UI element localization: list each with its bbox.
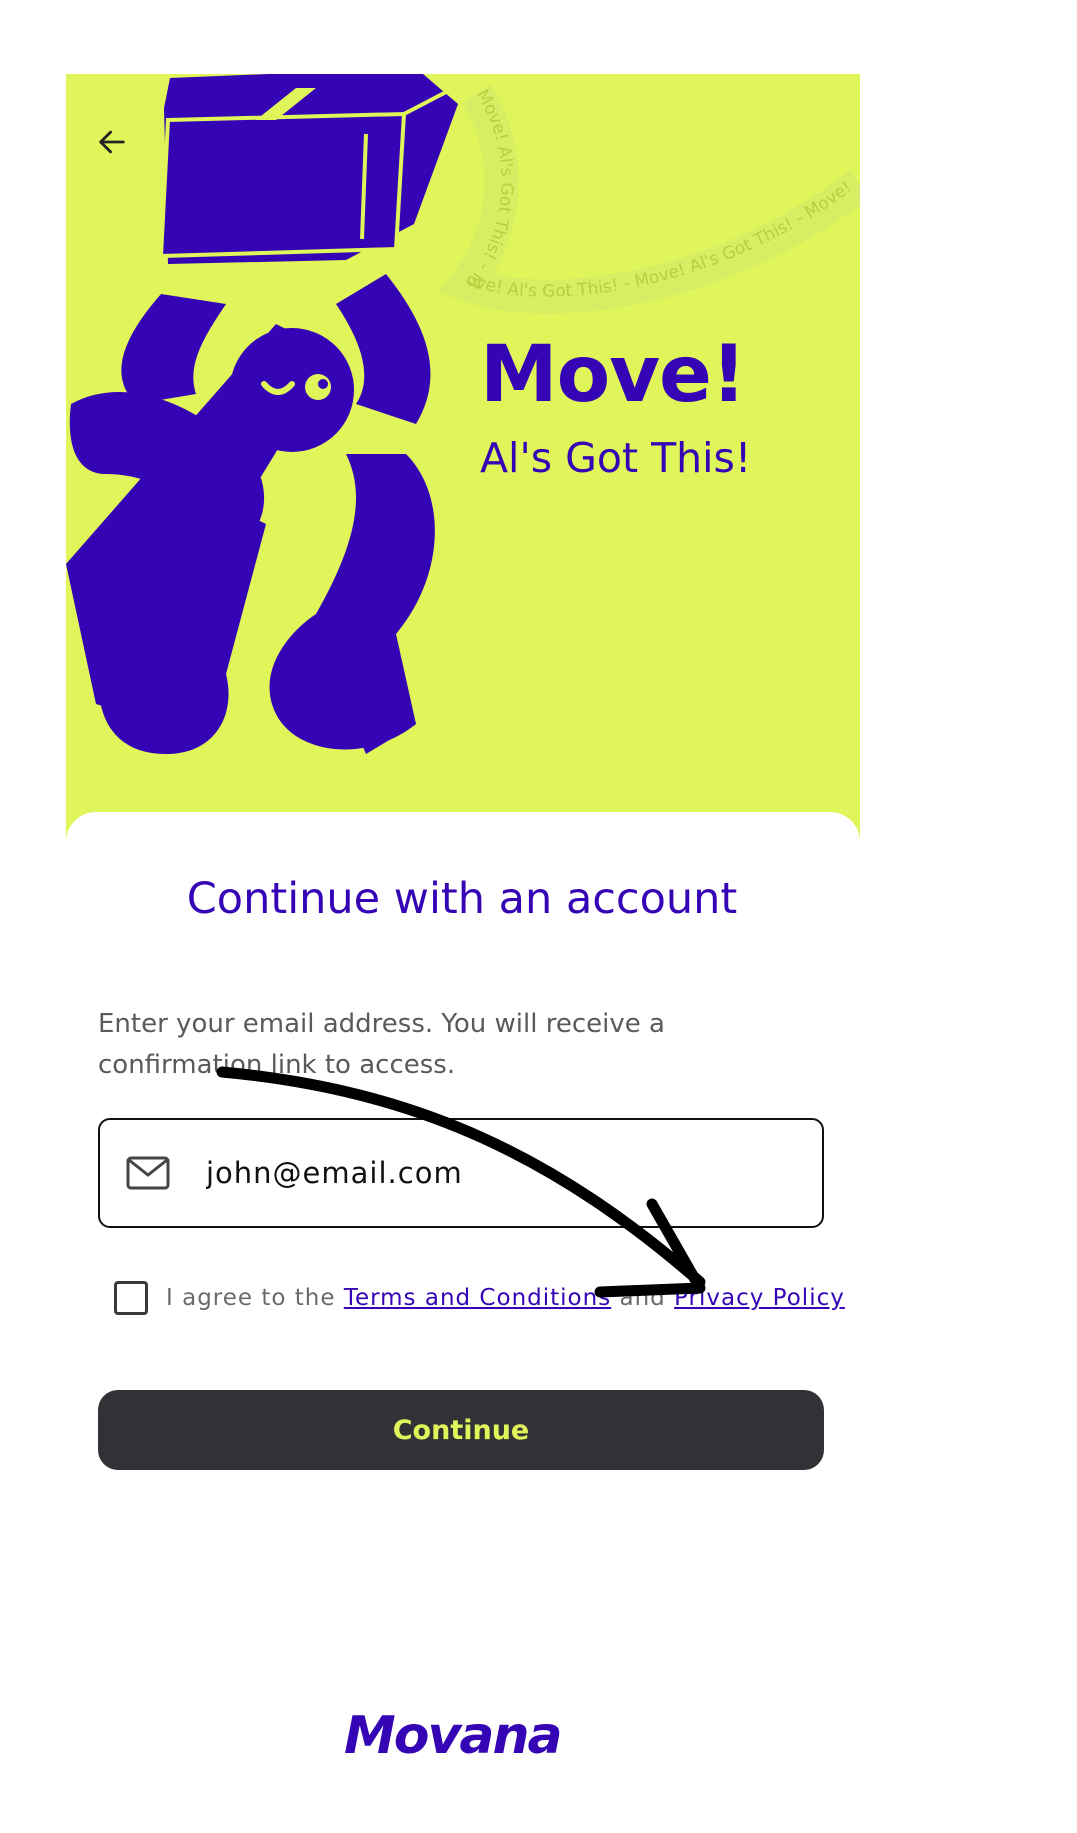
login-card — [66, 812, 860, 1833]
mail-icon — [126, 1156, 170, 1190]
arrow-left-icon — [99, 130, 125, 154]
instruction-text: Enter your email address. You will recei… — [98, 1009, 665, 1080]
terms-link[interactable]: Terms and Conditions — [344, 1285, 611, 1311]
email-field[interactable] — [98, 1118, 824, 1228]
consent-and: and — [611, 1285, 675, 1311]
movana-logo: Movana — [344, 1705, 582, 1766]
consent-prefix: I agree to the — [166, 1285, 344, 1311]
form-title: Continue with an account — [186, 874, 738, 924]
terms-checkbox[interactable] — [114, 1281, 148, 1315]
continue-button[interactable]: Continue — [98, 1390, 824, 1470]
svg-text:Movana: Movana — [344, 1706, 561, 1765]
hero-banner: Move! Al's Got This! - Move! Al's Got Th… — [66, 74, 860, 844]
consent-text: I agree to the Terms and Conditions and … — [166, 1285, 845, 1311]
privacy-link[interactable]: Privacy Policy — [674, 1285, 845, 1311]
consent-row: I agree to the Terms and Conditions and … — [114, 1278, 845, 1318]
email-input[interactable] — [204, 1155, 768, 1191]
hero-title: Move! — [480, 330, 747, 420]
back-button[interactable] — [86, 116, 138, 168]
hero-subtitle: Al's Got This! — [480, 434, 752, 482]
